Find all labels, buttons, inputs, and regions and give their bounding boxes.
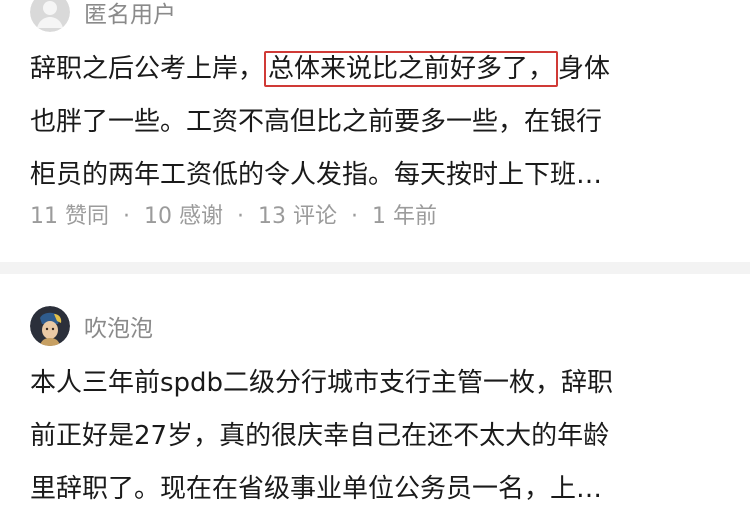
answer-line: 辞职之后公考上岸， 总体来说比之前好多了， 身体 [30,43,720,96]
girl-portrait-avatar-icon [30,306,70,346]
anonymous-avatar-icon [30,0,70,32]
answer-line: 前正好是27岁，真的很庆幸自己在还不太大的年龄 [30,421,610,451]
highlighted-text: 总体来说比之前好多了， [264,51,559,87]
answer-meta: 11 赞同 · 10 感谢 · 13 评论 · 1 年前 [30,198,437,230]
likes-count[interactable]: 11 赞同 [30,204,109,229]
answer-line: 里辞职了。现在在省级事业单位公务员一名，上… [30,474,603,504]
thanks-count[interactable]: 10 感谢 [144,204,223,229]
answer-card-1[interactable]: 匿名用户 辞职之后公考上岸， 总体来说比之前好多了， 身体 也胖了一些。工资不高但比… [0,0,750,262]
meta-separator: · [237,204,244,229]
answer-line: 柜员的两年工资低的令人发指。每天按时上下班… [30,160,603,190]
answer-excerpt[interactable]: 辞职之后公考上岸， 总体来说比之前好多了， 身体 也胖了一些。工资不高但比之前要多一… [30,43,720,202]
post-time: 1 年前 [372,204,437,229]
meta-separator: · [351,204,358,229]
meta-separator: · [123,204,130,229]
author-name[interactable]: 吹泡泡 [84,309,153,343]
answer-line: 也胖了一些。工资不高但比之前要多一些，在银行 [30,107,603,137]
author-row[interactable]: 匿名用户 [30,0,176,32]
answer-excerpt[interactable]: 本人三年前spdb二级分行城市支行主管一枚，辞职 前正好是27岁，真的很庆幸自己… [30,357,720,516]
answer-line: 本人三年前spdb二级分行城市支行主管一枚，辞职 [30,368,614,398]
answer-card-2[interactable]: 吹泡泡 本人三年前spdb二级分行城市支行主管一枚，辞职 前正好是27岁，真的很… [0,274,750,504]
author-name[interactable]: 匿名用户 [84,0,176,29]
author-row[interactable]: 吹泡泡 [30,306,153,346]
card-divider [0,262,750,274]
comments-count[interactable]: 13 评论 [258,204,337,229]
